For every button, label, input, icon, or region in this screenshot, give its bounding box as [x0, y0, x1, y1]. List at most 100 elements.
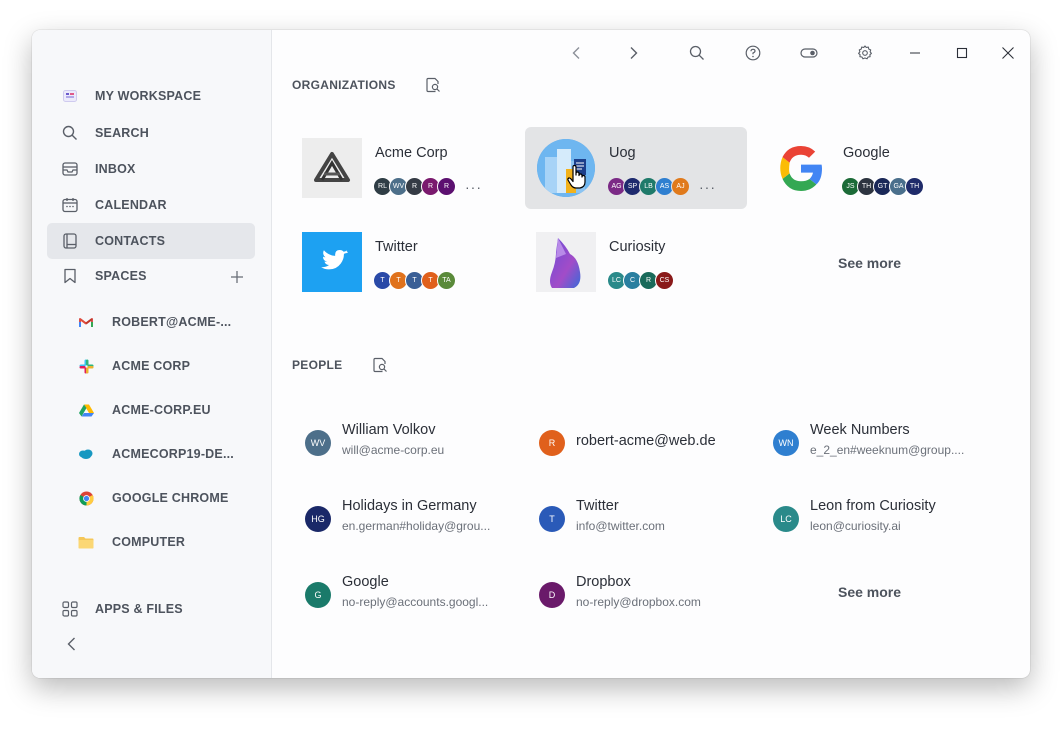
person-email: info@twitter.com — [576, 519, 665, 533]
member-avatar[interactable]: CS — [655, 271, 674, 290]
see-more-organizations-button[interactable]: See more — [838, 255, 901, 271]
org-name: Twitter — [375, 239, 418, 255]
member-avatar[interactable]: AJ — [671, 177, 690, 196]
inbox-icon — [61, 160, 79, 178]
sidebar-item-label: APPS & FILES — [95, 602, 183, 616]
org-card-google[interactable]: Google JS TH GT GA TH — [759, 127, 981, 209]
organizations-title: ORGANIZATIONS — [292, 78, 396, 92]
person-card[interactable]: HG Holidays in Germany en.german#holiday… — [305, 498, 535, 542]
contacts-icon — [61, 232, 79, 250]
avatar: LC — [773, 506, 799, 532]
sidebar-item-label: CALENDAR — [95, 198, 167, 212]
person-name: Week Numbers — [810, 422, 910, 438]
sidebar-item-calendar[interactable]: CALENDAR — [47, 188, 255, 222]
folder-icon — [78, 534, 94, 550]
see-more-people-button[interactable]: See more — [838, 584, 901, 600]
space-item-label: ROBERT@ACME-... — [112, 315, 232, 329]
person-card[interactable]: G Google no-reply@accounts.googl... — [305, 574, 535, 618]
sidebar-item-apps-files[interactable]: APPS & FILES — [47, 592, 255, 626]
salesforce-icon — [78, 446, 94, 462]
person-email: e_2_en#weeknum@group.... — [810, 443, 965, 457]
person-email: leon@curiosity.ai — [810, 519, 901, 533]
bookmark-icon — [61, 267, 79, 285]
toggle-icon[interactable] — [798, 42, 820, 64]
minimize-icon[interactable] — [904, 42, 926, 64]
person-name: William Volkov — [342, 422, 436, 438]
sidebar-item-contacts[interactable]: CONTACTS — [47, 223, 255, 259]
space-item-label: COMPUTER — [112, 535, 186, 549]
space-item-label: ACME-CORP.EU — [112, 403, 211, 417]
sidebar-item-search[interactable]: SEARCH — [47, 116, 255, 150]
space-item-label: GOOGLE CHROME — [112, 491, 229, 505]
org-name: Curiosity — [609, 239, 666, 255]
avatar: D — [539, 582, 565, 608]
space-item-drive[interactable]: ACME-CORP.EU — [47, 395, 255, 425]
collapse-sidebar-icon[interactable] — [64, 636, 80, 652]
person-email: en.german#holiday@grou... — [342, 519, 491, 533]
sidebar-item-label: MY WORKSPACE — [95, 89, 202, 103]
settings-gear-icon[interactable] — [854, 42, 876, 64]
search-icon — [61, 124, 79, 142]
filter-search-icon[interactable] — [373, 357, 389, 373]
person-card[interactable]: WN Week Numbers e_2_en#weeknum@group.... — [773, 422, 1003, 466]
person-name: Twitter — [576, 498, 619, 514]
space-item-salesforce[interactable]: ACMECORP19-DE... — [47, 439, 255, 469]
maximize-icon[interactable] — [951, 42, 973, 64]
add-space-icon[interactable] — [229, 269, 245, 285]
person-card[interactable]: T Twitter info@twitter.com — [539, 498, 769, 542]
person-email: no-reply@accounts.googl... — [342, 595, 489, 609]
sidebar-item-my-workspace[interactable]: MY WORKSPACE — [47, 79, 255, 113]
person-name: robert-acme@web.de — [576, 433, 716, 449]
person-card[interactable]: R robert-acme@web.de — [539, 422, 769, 466]
space-item-computer[interactable]: COMPUTER — [47, 527, 255, 557]
gmail-icon — [78, 314, 94, 330]
org-card-twitter[interactable]: Twitter T T T T TA — [291, 221, 513, 303]
org-members: RL WV R R R ··· — [373, 177, 482, 196]
person-email: no-reply@dropbox.com — [576, 595, 701, 609]
member-avatar[interactable]: R — [437, 177, 456, 196]
help-icon[interactable] — [742, 42, 764, 64]
org-card-uog[interactable]: Uog AG SP LB AS AJ ··· — [525, 127, 747, 209]
apps-grid-icon — [61, 600, 79, 618]
space-item-slack[interactable]: ACME CORP — [47, 351, 255, 381]
google-logo — [770, 138, 830, 198]
search-icon[interactable] — [686, 42, 708, 64]
more-members-button[interactable]: ··· — [699, 180, 716, 194]
member-avatar[interactable]: TA — [437, 271, 456, 290]
org-card-curiosity[interactable]: Curiosity LC C R CS — [525, 221, 747, 303]
back-icon[interactable] — [566, 42, 588, 64]
sidebar-item-spaces[interactable]: SPACES — [47, 259, 255, 293]
sidebar-item-label: CONTACTS — [95, 234, 166, 248]
app-window: MY WORKSPACE SEARCH INBOX CALENDAR CONTA… — [32, 30, 1030, 678]
person-name: Google — [342, 574, 389, 590]
org-card-acme-corp[interactable]: Acme Corp RL WV R R R ··· — [291, 127, 513, 209]
avatar: WN — [773, 430, 799, 456]
sidebar-item-label: INBOX — [95, 162, 136, 176]
org-name: Acme Corp — [375, 145, 448, 161]
person-card[interactable]: LC Leon from Curiosity leon@curiosity.ai — [773, 498, 1003, 542]
filter-search-icon[interactable] — [426, 77, 442, 93]
space-item-label: ACME CORP — [112, 359, 191, 373]
workspace-icon — [61, 87, 79, 105]
more-members-button[interactable]: ··· — [465, 180, 482, 194]
org-members: AG SP LB AS AJ ··· — [607, 177, 716, 196]
space-item-gmail[interactable]: ROBERT@ACME-... — [47, 307, 255, 337]
sidebar-item-label: SEARCH — [95, 126, 149, 140]
sidebar-item-inbox[interactable]: INBOX — [47, 152, 255, 186]
member-avatar[interactable]: TH — [905, 177, 924, 196]
close-icon[interactable] — [997, 42, 1019, 64]
sidebar-item-label: SPACES — [95, 269, 147, 283]
org-members: LC C R CS — [607, 271, 674, 290]
person-card[interactable]: WV William Volkov will@acme-corp.eu — [305, 422, 535, 466]
space-item-chrome[interactable]: GOOGLE CHROME — [47, 483, 255, 513]
avatar: G — [305, 582, 331, 608]
slack-icon — [78, 358, 94, 374]
person-card[interactable]: D Dropbox no-reply@dropbox.com — [539, 574, 769, 618]
org-name: Uog — [609, 145, 636, 161]
avatar: HG — [305, 506, 331, 532]
avatar: WV — [305, 430, 331, 456]
space-item-label: ACMECORP19-DE... — [112, 447, 234, 461]
person-email: will@acme-corp.eu — [342, 443, 445, 457]
hand-cursor-icon — [567, 164, 587, 189]
forward-icon[interactable] — [622, 42, 644, 64]
